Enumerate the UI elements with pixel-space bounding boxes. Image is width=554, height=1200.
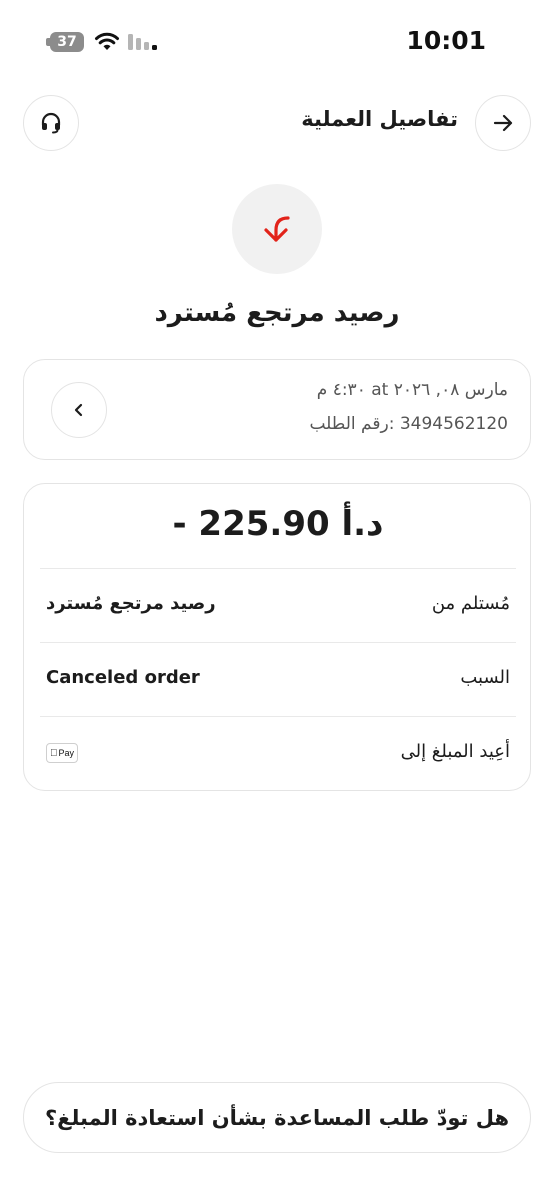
battery-level: 37 — [50, 32, 84, 52]
row-label: السبب — [460, 667, 510, 688]
status-time: 10:01 — [406, 26, 486, 55]
header: تفاصيل العملية — [0, 95, 554, 151]
order-date: مارس ٠٨, ٢٠٢٦ at ٤:٣٠ م — [316, 380, 508, 400]
row-value: رصيد مرتجع مُسترد — [46, 593, 216, 614]
view-order-button[interactable] — [51, 382, 107, 438]
row-value: Canceled order — [46, 667, 200, 688]
back-button[interactable] — [475, 95, 531, 151]
transaction-type-title: رصيد مرتجع مُسترد — [154, 298, 400, 328]
row-label: مُستلم من — [431, 593, 510, 614]
return-arrow-icon — [264, 216, 290, 242]
apple-pay-icon:  Pay — [46, 743, 78, 763]
order-number: 3494562120 :رقم الطلب — [309, 414, 508, 434]
status-bar: 37 10:01 — [0, 0, 554, 80]
refund-amount: - 225.90 د.أ — [172, 504, 384, 544]
row-label: أعِيد المبلغ إلى — [400, 741, 510, 762]
chevron-left-icon — [74, 403, 83, 417]
battery-icon: 37 — [46, 32, 86, 52]
support-button[interactable] — [23, 95, 79, 151]
cellular-signal-icon — [128, 34, 160, 50]
order-card[interactable]: مارس ٠٨, ٢٠٢٦ at ٤:٣٠ م 3494562120 :رقم … — [23, 359, 531, 460]
headset-icon — [41, 112, 61, 134]
arrow-right-icon — [493, 114, 513, 132]
refund-status-badge — [232, 184, 322, 274]
reason-row: السبب Canceled order — [40, 642, 516, 716]
received-from-row: مُستلم من رصيد مرتجع مُسترد — [40, 568, 516, 642]
payment-method-label: Pay — [54, 748, 74, 758]
page-title: تفاصيل العملية — [301, 107, 458, 131]
apple-logo-icon:  — [50, 748, 58, 759]
refund-help-button[interactable]: هل تودّ طلب المساعدة بشأن استعادة المبلغ… — [23, 1082, 531, 1153]
refunded-to-row: أعِيد المبلغ إلى  Pay — [40, 716, 516, 790]
wifi-icon — [95, 32, 119, 50]
transaction-details-card: - 225.90 د.أ مُستلم من رصيد مرتجع مُسترد… — [23, 483, 531, 791]
